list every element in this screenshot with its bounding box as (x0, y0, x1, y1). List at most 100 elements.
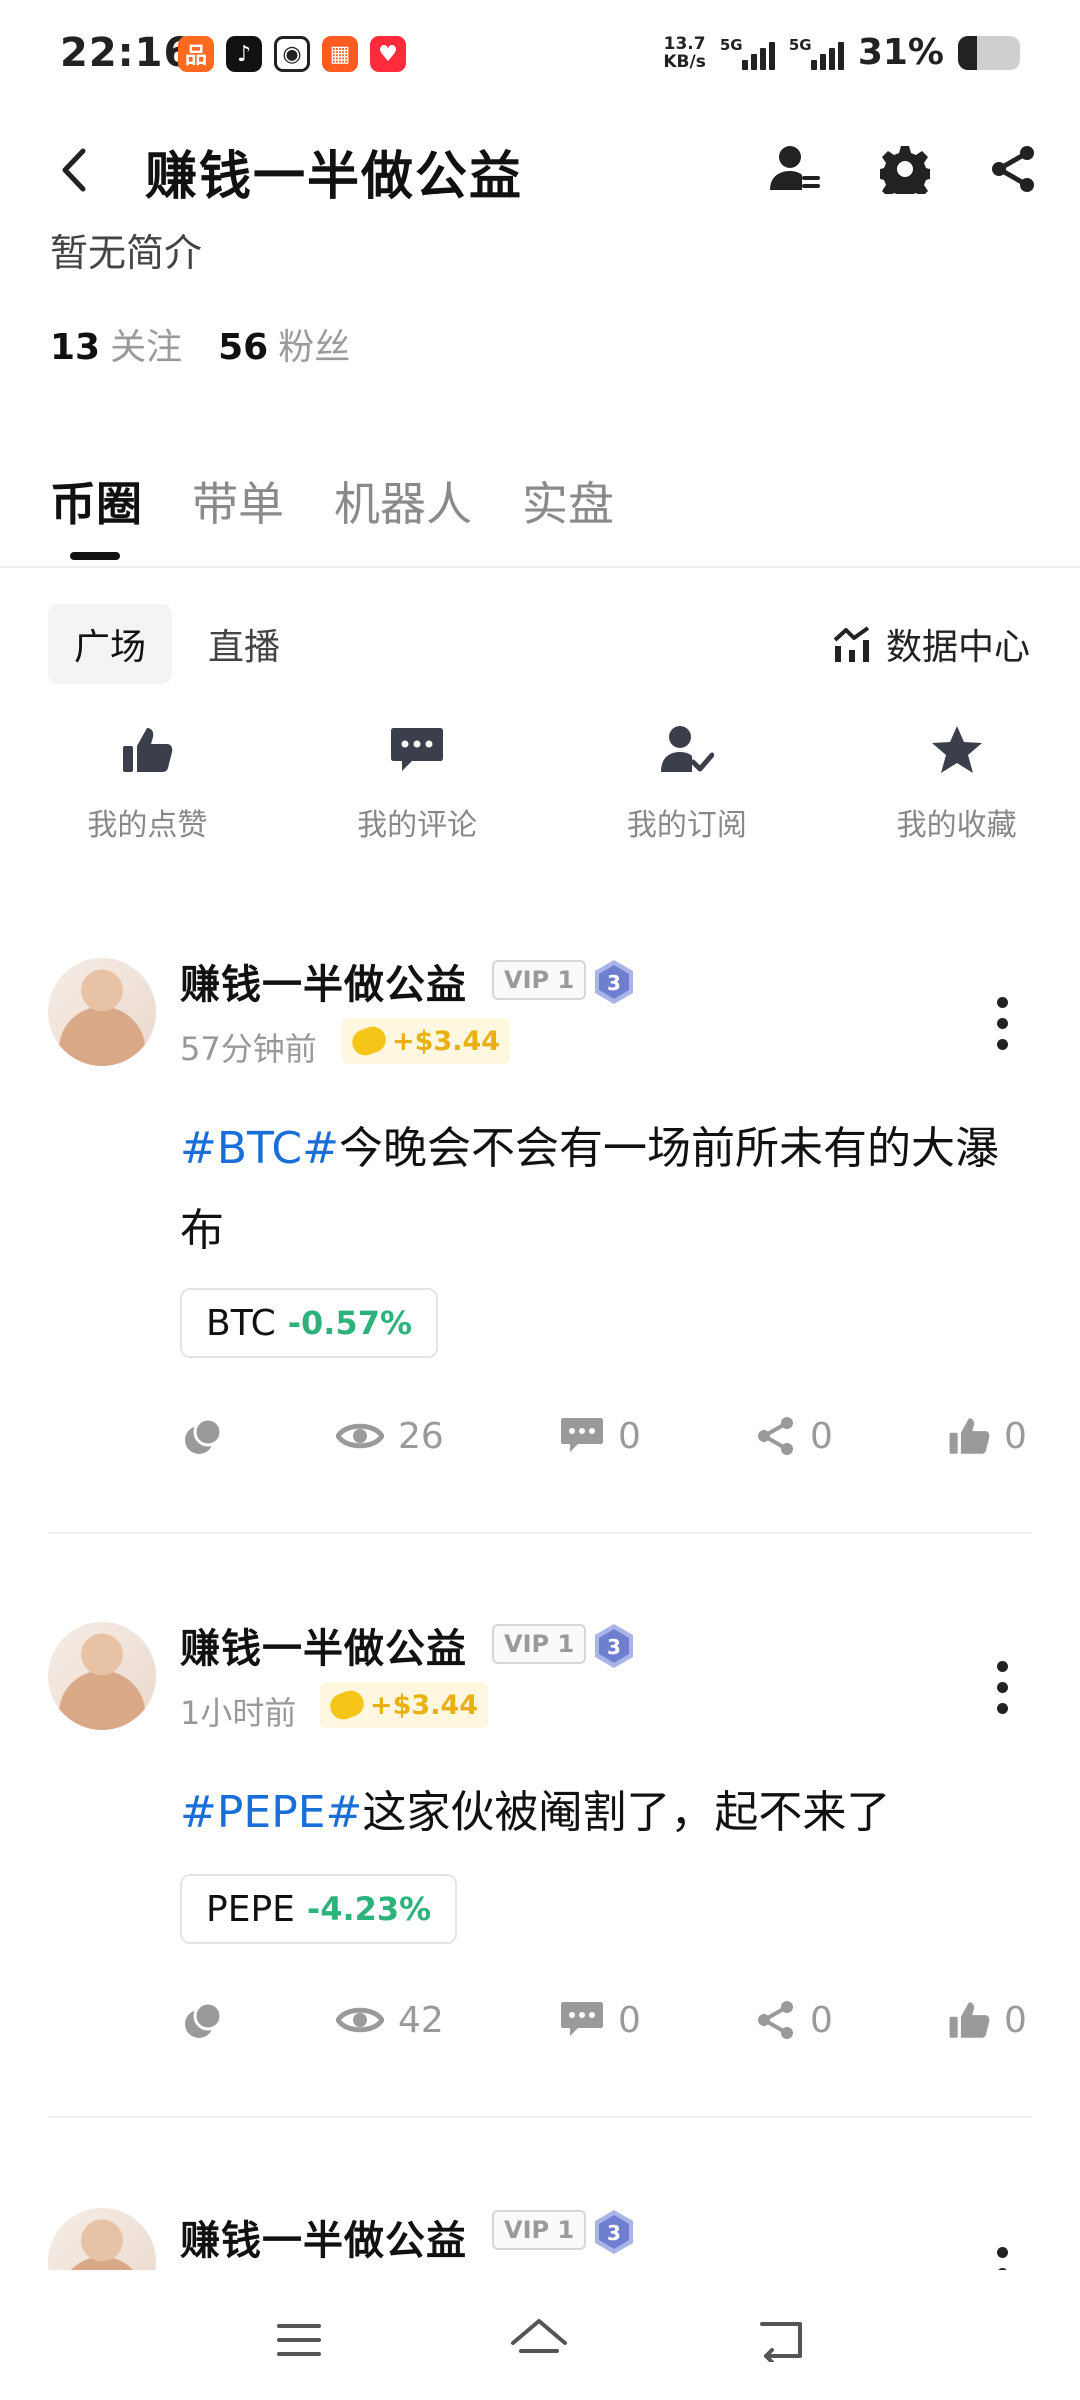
gear-icon (880, 146, 930, 194)
tip-button[interactable] (182, 1406, 224, 1466)
signal-icon: 5G (720, 36, 775, 70)
avatar[interactable] (48, 958, 156, 1066)
vip-badge: VIP 1 (492, 1624, 587, 1664)
comment-icon (561, 1418, 603, 1452)
more-options-button[interactable] (980, 988, 1024, 1058)
like-button[interactable]: 0 (948, 1990, 1027, 2050)
status-indicators: 13.7 KB/s 5G 5G 31% (663, 32, 1020, 73)
back-icon (760, 2322, 802, 2362)
battery-percent: 31% (857, 32, 944, 73)
divider (0, 566, 1080, 568)
my-comments-button[interactable]: 我的评论 (294, 720, 541, 844)
post-author[interactable]: 赚钱一半做公益 (180, 952, 467, 1010)
tab-copy-trading[interactable]: 带单 (192, 468, 284, 558)
tab-bots[interactable]: 机器人 (334, 468, 472, 558)
my-likes-button[interactable]: 我的点赞 (24, 720, 271, 844)
post-actions: 26 0 0 0 (0, 1406, 1080, 1466)
more-options-button[interactable] (980, 2238, 1024, 2270)
vip-badge: VIP 1 (492, 2210, 587, 2250)
star-icon (931, 726, 982, 773)
post-content[interactable]: #BTC#今晚会不会有一场前所未有的大瀑布 (180, 1108, 1040, 1272)
post-time: 1小时前 (180, 1694, 297, 1732)
my-favorites-button[interactable]: 我的收藏 (833, 720, 1080, 844)
vip-badge: VIP 1 (492, 960, 587, 1000)
coin-chip[interactable]: BTC -0.57% (180, 1288, 439, 1358)
post-author[interactable]: 赚钱一半做公益 (180, 2208, 467, 2266)
notification-icons: 品 ♪ ◉ ▦ ♥ (178, 36, 406, 72)
user-settings-icon (770, 146, 820, 190)
divider (48, 2116, 1032, 2118)
svg-text:3: 3 (607, 2221, 621, 2245)
post-card[interactable]: 赚钱一半做公益 VIP 1 3 (0, 2208, 1080, 2270)
page-title: 赚钱一半做公益 (145, 147, 524, 207)
share-icon (758, 1417, 793, 1455)
tiktok-icon: ♪ (226, 36, 262, 72)
back-button[interactable] (48, 142, 98, 198)
app-notification-icon: 品 (178, 36, 214, 72)
home-button[interactable] (504, 2310, 574, 2370)
coins-icon (185, 1417, 223, 1454)
chevron-left-icon (62, 148, 86, 192)
share-button[interactable] (980, 136, 1046, 202)
my-subscriptions-button[interactable]: 我的订阅 (564, 720, 811, 844)
share-post-button[interactable]: 0 (756, 1990, 833, 2050)
profile-header: 赚钱一半做公益 (0, 120, 1080, 220)
sub-tabs: 广场 直播 (48, 604, 306, 684)
back-nav-button[interactable] (746, 2310, 816, 2370)
views-count: 42 (336, 1990, 444, 2050)
like-button[interactable]: 0 (948, 1406, 1027, 1466)
post-time: 57分钟前 (180, 1030, 317, 1068)
comment-button[interactable]: 0 (560, 1990, 641, 2050)
followers-stat[interactable]: 56 粉丝 (218, 318, 350, 370)
active-tab-indicator (70, 552, 120, 560)
avatar[interactable] (48, 1622, 156, 1730)
thumbs-up-icon (949, 2002, 990, 2038)
tip-button[interactable] (182, 1990, 224, 2050)
tab-coin-circle[interactable]: 币圈 (50, 468, 142, 560)
share-post-button[interactable]: 0 (756, 1406, 833, 1466)
xiaohongshu-icon: ▦ (322, 36, 358, 72)
more-options-button[interactable] (980, 1652, 1024, 1722)
thumbs-up-icon (949, 1418, 990, 1454)
quick-actions: 我的点赞 我的评论 我的订阅 我的收藏 (0, 720, 1080, 844)
comment-button[interactable]: 0 (560, 1406, 641, 1466)
signal-icon: 5G (789, 36, 844, 70)
subtab-live[interactable]: 直播 (182, 604, 306, 684)
user-manage-button[interactable] (762, 136, 828, 202)
comment-icon (391, 728, 444, 771)
eye-icon (336, 2007, 384, 2033)
following-stat[interactable]: 13 关注 (50, 318, 182, 370)
coin-icon (326, 1686, 368, 1724)
home-icon (511, 2319, 567, 2353)
data-center-button[interactable]: 数据中心 (832, 618, 1030, 670)
network-speed: 13.7 KB/s (663, 33, 706, 72)
hashtag-link[interactable]: #BTC# (180, 1123, 339, 1174)
coin-chip[interactable]: PEPE -4.23% (180, 1874, 458, 1944)
divider (48, 1532, 1032, 1534)
profile-stats: 13 关注 56 粉丝 (50, 318, 350, 370)
post-author[interactable]: 赚钱一半做公益 (180, 1616, 467, 1674)
main-tabs: 币圈 带单 机器人 实盘 (50, 468, 614, 560)
menu-button[interactable] (264, 2310, 334, 2370)
hashtag-link[interactable]: #PEPE# (180, 1787, 362, 1838)
views-count: 26 (336, 1406, 444, 1466)
avatar[interactable] (48, 2208, 156, 2270)
status-bar: 22:16 品 ♪ ◉ ▦ ♥ 13.7 KB/s 5G 5G 31% (0, 0, 1080, 110)
weibo-icon: ◉ (274, 36, 310, 72)
tip-badge: +$3.44 (342, 1018, 511, 1064)
menu-icon (277, 2324, 321, 2356)
settings-button[interactable] (872, 136, 938, 202)
svg-text:3: 3 (607, 971, 621, 995)
heart-app-icon: ♥ (370, 36, 406, 72)
level-badge-icon: 3 (595, 1624, 633, 1668)
tab-live-trading[interactable]: 实盘 (522, 468, 614, 558)
profile-bio: 暂无简介 (50, 231, 203, 275)
post-actions: 42 0 0 0 (0, 1990, 1080, 2050)
post-content[interactable]: #PEPE#这家伙被阉割了，起不来了 (180, 1772, 1040, 1854)
share-icon (758, 2001, 793, 2039)
chart-icon (833, 626, 870, 662)
user-check-icon (660, 726, 714, 772)
subtab-square[interactable]: 广场 (48, 604, 173, 684)
battery-icon (958, 35, 1020, 70)
eye-icon (336, 1423, 384, 1449)
